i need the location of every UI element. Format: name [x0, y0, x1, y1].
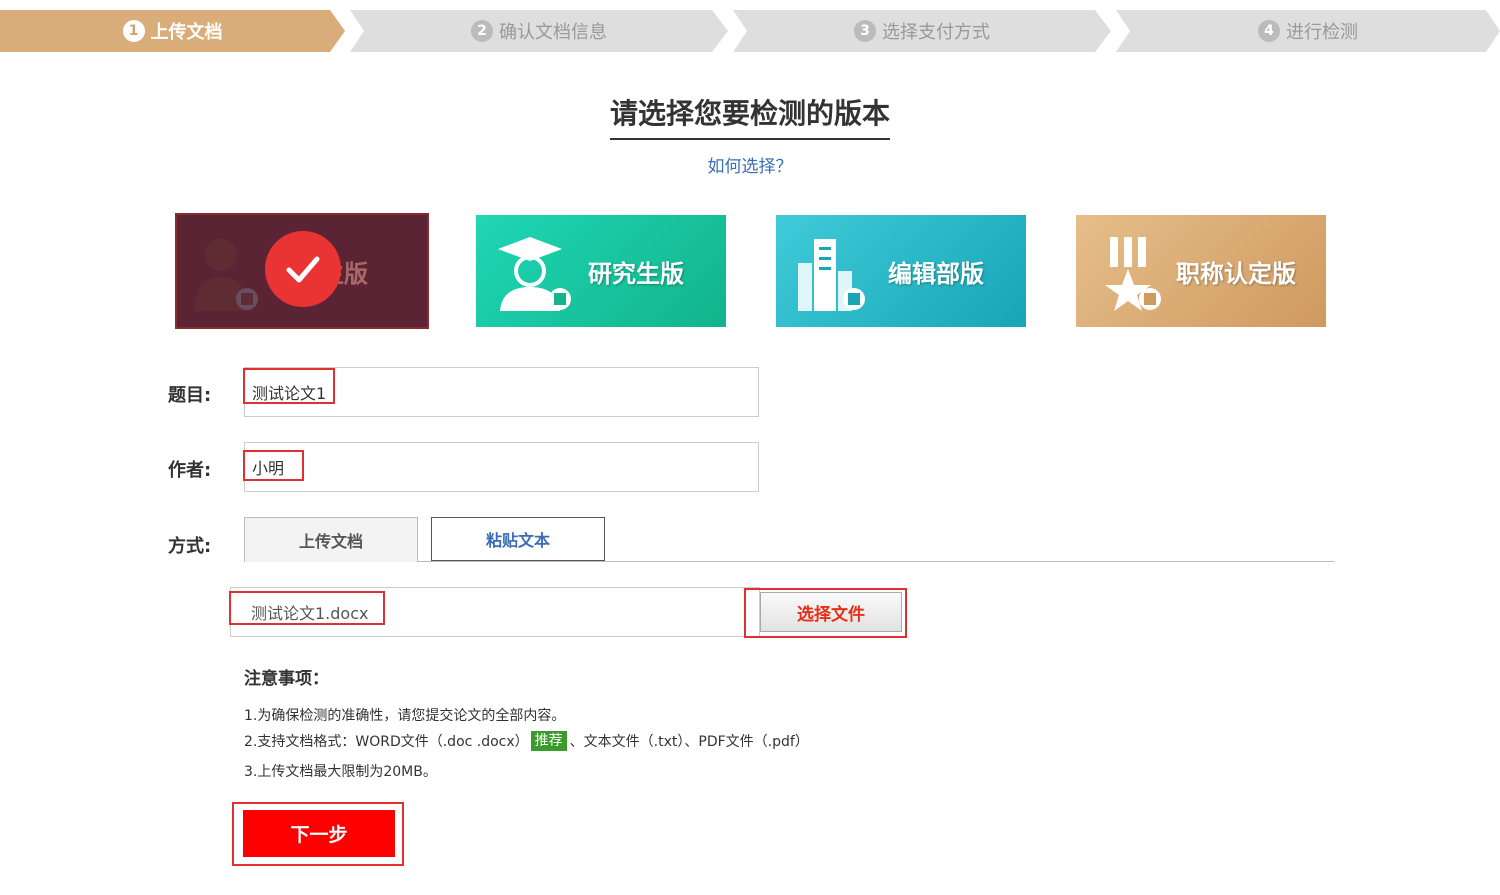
note-line-2: 2.支持文档格式：WORD文件（.doc .docx） 推荐 、文本文件（.tx…	[244, 731, 809, 751]
title-highlight-box	[243, 368, 335, 404]
step-3-label: 选择支付方式	[882, 22, 990, 43]
page-title: 请选择您要检测的版本	[609, 92, 890, 140]
recommended-badge: 推荐	[530, 731, 567, 751]
title-label: 题目:	[168, 385, 212, 406]
tab-paste-text[interactable]: 粘贴文本	[431, 517, 605, 561]
note-line-3-text: 3.上传文档最大限制为20MB。	[244, 764, 437, 780]
method-label: 方式:	[168, 536, 212, 557]
step-1-label: 上传文档	[150, 22, 223, 43]
step-2: 2 确认文档信息	[350, 10, 728, 52]
building-icon	[798, 239, 865, 311]
note-line-3: 3.上传文档最大限制为20MB。	[244, 761, 437, 781]
version-title-certification[interactable]: 职称认定版	[1076, 215, 1326, 327]
note-line-2-prefix: 2.支持文档格式：WORD文件（.doc .docx）	[244, 734, 529, 750]
note-line-1-text: 1.为确保检测的准确性，请您提交论文的全部内容。	[244, 708, 566, 724]
version-student[interactable]: 学生版	[175, 213, 429, 329]
step-4-number: 4	[1258, 20, 1280, 42]
choose-file-highlight-box	[744, 588, 907, 638]
author-label: 作者:	[168, 460, 212, 481]
how-to-choose-link[interactable]: 如何选择？	[708, 157, 793, 177]
step-2-number: 2	[471, 20, 493, 42]
selected-check-icon	[265, 231, 341, 307]
author-input[interactable]	[244, 442, 759, 492]
version-editorial-label: 编辑部版	[888, 259, 984, 288]
step-1: 1 上传文档	[0, 10, 345, 52]
step-3-number: 3	[854, 20, 876, 42]
version-graduate[interactable]: 研究生版	[476, 215, 726, 327]
note-line-2-suffix: 、文本文件（.txt）、PDF文件（.pdf）	[569, 734, 809, 750]
graduate-cap-icon	[498, 237, 571, 311]
file-name-highlight-box	[229, 591, 385, 625]
version-graduate-label: 研究生版	[588, 259, 684, 288]
author-highlight-box	[243, 450, 304, 481]
version-editorial[interactable]: 编辑部版	[776, 215, 1026, 327]
version-title-certification-label: 职称认定版	[1176, 259, 1296, 288]
next-step-highlight-box	[232, 802, 404, 866]
step-3: 3 选择支付方式	[733, 10, 1111, 52]
progress-steps: 1 上传文档 2 确认文档信息 3 选择支付方式 4 进行检测	[0, 10, 1500, 52]
step-2-label: 确认文档信息	[499, 22, 607, 43]
medal-icon	[1105, 237, 1161, 311]
step-4-label: 进行检测	[1286, 22, 1358, 43]
notes-title: 注意事项：	[244, 669, 329, 689]
step-4: 4 进行检测	[1116, 10, 1500, 52]
note-line-1: 1.为确保检测的准确性，请您提交论文的全部内容。	[244, 705, 565, 725]
step-1-number: 1	[122, 20, 145, 42]
tab-upload-document[interactable]: 上传文档	[244, 517, 418, 562]
